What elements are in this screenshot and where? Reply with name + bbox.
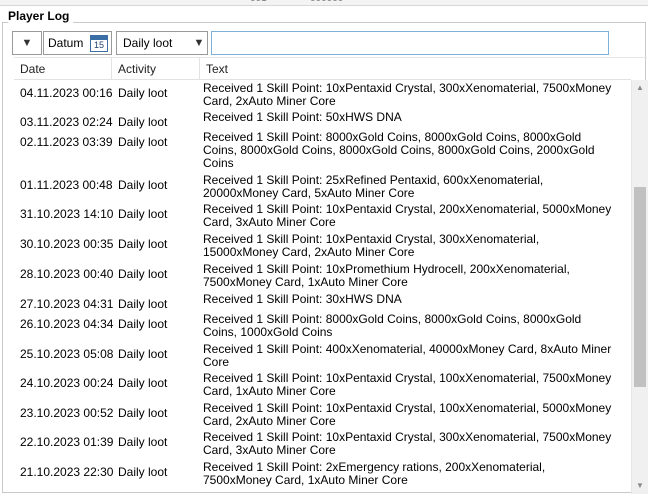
table-row[interactable]: 27.10.2023 04:31 Daily loot Received 1 Ski…	[14, 292, 631, 312]
table-row[interactable]: 24.10.2023 00:24 Daily loot Received 1 Ski…	[14, 371, 631, 401]
cell-text: Received 1 Skill Point: 25xRefined Penta…	[203, 173, 544, 200]
cell-activity: Daily loot	[118, 267, 168, 281]
cell-activity: Daily loot	[118, 435, 168, 449]
cell-date: 30.10.2023 00:35	[20, 237, 114, 251]
log-table: Date Activity Text 04.11.2023 00:16 Daily…	[14, 57, 648, 494]
table-row[interactable]: 21.10.2023 22:30 Daily loot Received 1 Ski…	[14, 460, 631, 491]
cell-text: Received 1 Skill Point: 10xPentaxid Crys…	[203, 202, 612, 229]
cell-date: 03.11.2023 02:24	[20, 115, 113, 129]
table-row[interactable]: 23.10.2023 00:52 Daily loot Received 1 Ski…	[14, 401, 631, 430]
cell-text: Received 1 Skill Point: 10xPentaxid Crys…	[203, 430, 612, 457]
activity-select[interactable]: Daily loot ▼	[116, 31, 208, 55]
cell-text: Received 1 Skill Point: 10xPentaxid Crys…	[203, 371, 612, 398]
table-row[interactable]: 01.11.2023 00:48 Daily loot Received 1 Ski…	[14, 173, 631, 202]
table-row[interactable]: 22.10.2023 01:39 Daily loot Received 1 Ski…	[14, 430, 631, 460]
player-log-panel: Player Log ▼ Datum 15 Daily loot ▼ Date …	[2, 7, 648, 494]
column-header-date[interactable]: Date	[14, 58, 112, 80]
cell-activity: Daily loot	[118, 135, 168, 149]
top-strip-text-2: 000000	[310, 0, 343, 4]
scroll-up-arrow-icon[interactable]: ▲	[632, 80, 648, 96]
cell-activity: Daily loot	[118, 406, 168, 420]
top-strip: 001 000000	[0, 0, 648, 6]
cell-date: 21.10.2023 22:30	[20, 465, 114, 479]
cell-text: Received 1 Skill Point: 10xPromethium Hy…	[203, 262, 570, 289]
cell-activity: Daily loot	[118, 237, 168, 251]
calendar-icon[interactable]: 15	[90, 34, 108, 52]
chevron-down-icon: ▼	[21, 37, 33, 49]
scrollbar-thumb[interactable]	[634, 187, 646, 387]
date-picker[interactable]: Datum 15	[43, 31, 112, 55]
table-row[interactable]: 26.10.2023 04:34 Daily loot Received 1 Ski…	[14, 312, 631, 342]
calendar-day: 15	[93, 39, 104, 50]
table-row[interactable]: 04.11.2023 00:16 Daily loot Received 1 Ski…	[14, 81, 631, 110]
cell-activity: Daily loot	[118, 317, 168, 331]
cell-text: Received 1 Skill Point: 50xHWS DNA	[203, 110, 402, 124]
cell-activity: Daily loot	[118, 86, 168, 100]
cell-date: 31.10.2023 14:10	[20, 207, 114, 221]
table-body: 04.11.2023 00:16 Daily loot Received 1 Ski…	[14, 81, 631, 491]
scroll-down-arrow-icon[interactable]: ▼	[632, 478, 648, 494]
panel-title: Player Log	[8, 9, 74, 23]
column-header-text[interactable]: Text	[200, 58, 631, 80]
date-picker-label: Datum	[48, 36, 84, 50]
cell-date: 24.10.2023 00:24	[20, 376, 114, 390]
table-row[interactable]: 28.10.2023 00:40 Daily loot Received 1 Ski…	[14, 262, 631, 292]
cell-date: 26.10.2023 04:34	[20, 317, 114, 331]
cell-date: 25.10.2023 05:08	[20, 347, 114, 361]
activity-select-value: Daily loot	[123, 36, 173, 50]
cell-activity: Daily loot	[118, 207, 168, 221]
cell-text: Received 1 Skill Point: 2xEmergency rati…	[203, 460, 546, 487]
cell-activity: Daily loot	[118, 347, 168, 361]
cell-activity: Daily loot	[118, 376, 168, 390]
cell-activity: Daily loot	[118, 297, 168, 311]
table-row[interactable]: 03.11.2023 02:24 Daily loot Received 1 Ski…	[14, 110, 631, 130]
table-row[interactable]: 30.10.2023 00:35 Daily loot Received 1 Ski…	[14, 232, 631, 262]
cell-date: 22.10.2023 01:39	[20, 435, 114, 449]
date-filter-dropdown[interactable]: ▼	[12, 31, 42, 55]
column-header-activity[interactable]: Activity	[112, 58, 200, 80]
table-row[interactable]: 02.11.2023 03:39 Daily loot Received 1 Ski…	[14, 130, 631, 173]
cell-activity: Daily loot	[118, 178, 168, 192]
cell-date: 28.10.2023 00:40	[20, 267, 114, 281]
vertical-scrollbar[interactable]: ▲ ▼	[631, 80, 648, 494]
cell-text: Received 1 Skill Point: 10xPentaxid Crys…	[203, 232, 540, 259]
cell-text: Received 1 Skill Point: 8000xGold Coins,…	[203, 312, 582, 339]
cell-date: 23.10.2023 00:52	[20, 406, 114, 420]
table-row[interactable]: 31.10.2023 14:10 Daily loot Received 1 Ski…	[14, 202, 631, 232]
text-filter-input[interactable]	[211, 31, 609, 55]
cell-text: Received 1 Skill Point: 30xHWS DNA	[203, 292, 402, 306]
cell-text: Received 1 Skill Point: 8000xGold Coins,…	[203, 130, 595, 170]
cell-activity: Daily loot	[118, 115, 168, 129]
cell-date: 01.11.2023 00:48	[20, 178, 113, 192]
cell-date: 27.10.2023 04:31	[20, 297, 114, 311]
cell-date: 02.11.2023 03:39	[20, 135, 113, 149]
cell-text: Received 1 Skill Point: 10xPentaxid Crys…	[203, 81, 612, 108]
top-strip-text-1: 001	[250, 0, 267, 4]
cell-date: 04.11.2023 00:16	[20, 86, 113, 100]
cell-text: Received 1 Skill Point: 10xPentaxid Crys…	[203, 401, 612, 428]
table-row[interactable]: 25.10.2023 05:08 Daily loot Received 1 Ski…	[14, 342, 631, 371]
cell-activity: Daily loot	[118, 465, 168, 479]
table-header: Date Activity Text	[14, 58, 631, 80]
chevron-down-icon: ▼	[193, 37, 205, 49]
filter-toolbar: ▼ Datum 15 Daily loot ▼	[12, 31, 609, 55]
cell-text: Received 1 Skill Point: 400xXenomaterial…	[203, 342, 612, 369]
